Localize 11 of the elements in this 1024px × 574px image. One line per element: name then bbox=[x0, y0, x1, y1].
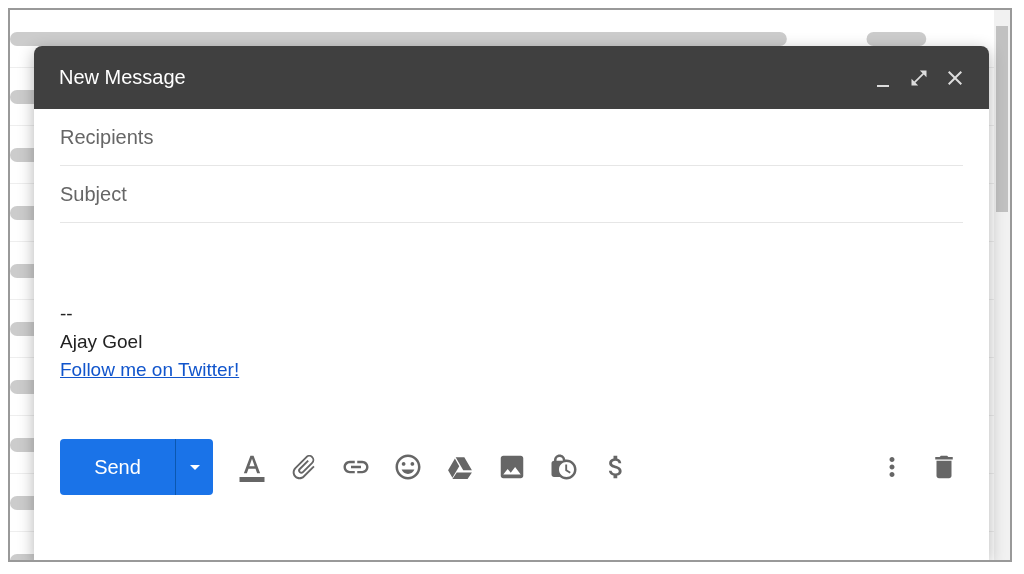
signature-link[interactable]: Follow me on Twitter! bbox=[60, 359, 240, 381]
scrollbar[interactable] bbox=[994, 10, 1010, 560]
blurred-text bbox=[866, 32, 927, 46]
signature-line: Ajay Goel bbox=[60, 331, 143, 353]
signature-line: -- bbox=[60, 303, 73, 325]
smiley-icon[interactable] bbox=[393, 452, 423, 482]
window-title: New Message bbox=[59, 66, 187, 89]
triangle-drive-icon[interactable] bbox=[447, 454, 473, 480]
caret-icon bbox=[189, 464, 200, 470]
lock-clock-icon[interactable] bbox=[549, 452, 579, 482]
send-button[interactable]: Send bbox=[60, 439, 175, 495]
